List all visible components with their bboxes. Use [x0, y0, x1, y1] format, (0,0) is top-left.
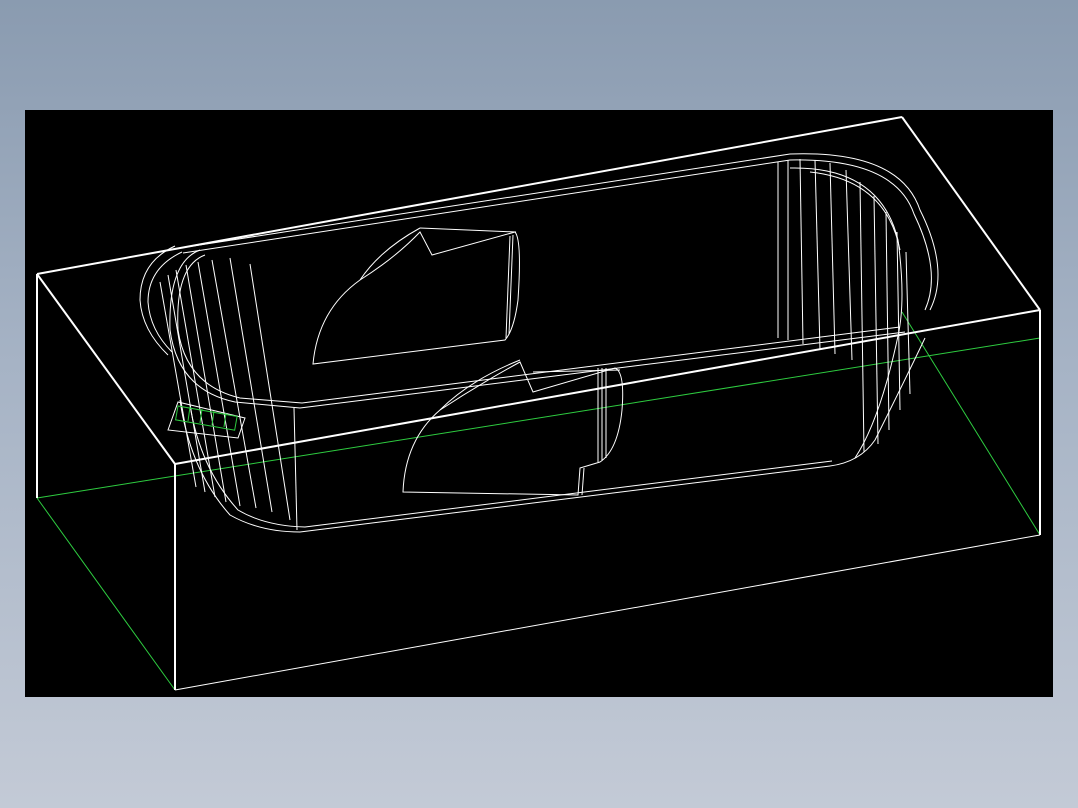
- back-armrest: [312, 227, 520, 365]
- front-armrest: [402, 359, 624, 496]
- bathtub-wireframe-drawing: [36, 116, 1041, 691]
- left-end-contours: [159, 257, 298, 531]
- app-background: { "drawing": { "subject": "bathtub-wiref…: [0, 0, 1078, 808]
- right-end-contours: [777, 158, 911, 453]
- drain-fitting: [167, 401, 246, 439]
- bounding-box: [36, 116, 1041, 691]
- cad-viewport[interactable]: [25, 110, 1053, 697]
- bounding-box-back-edges: [36, 311, 1041, 691]
